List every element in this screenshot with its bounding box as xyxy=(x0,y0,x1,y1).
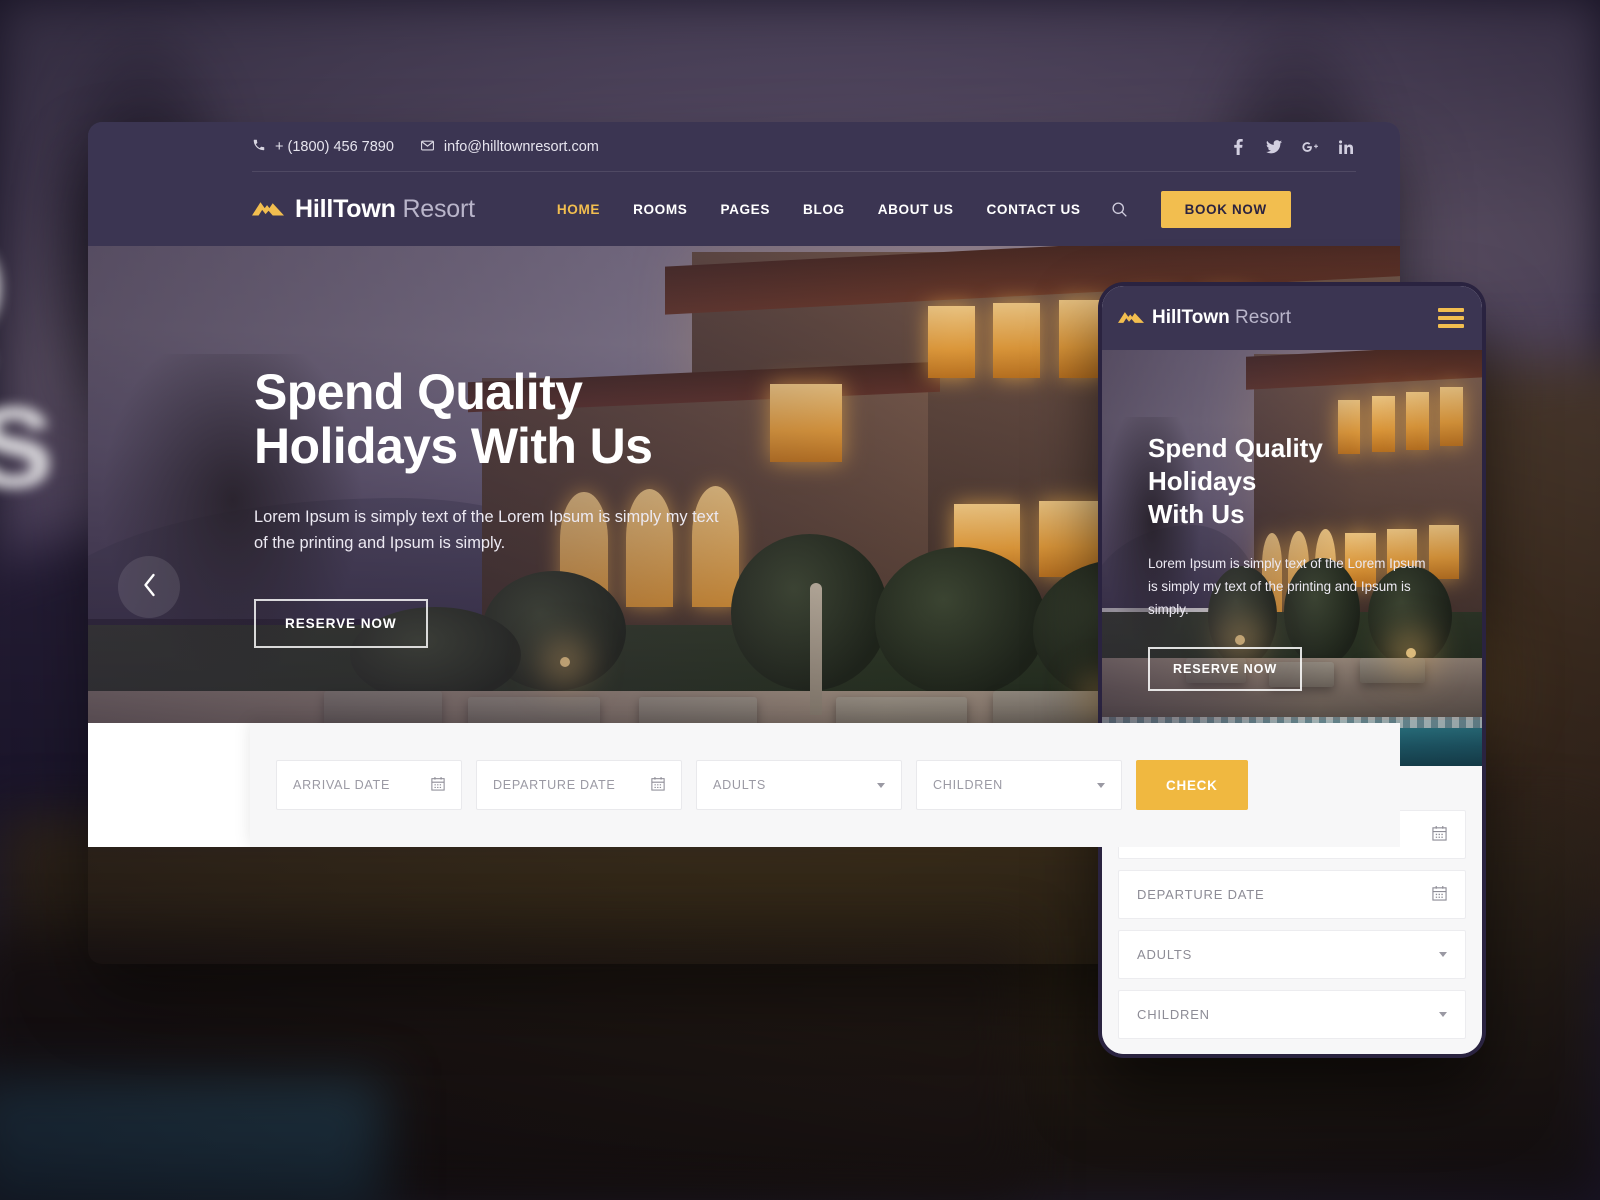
nav-item-contact-us[interactable]: CONTACT US xyxy=(987,202,1081,217)
adults-placeholder: ADULTS xyxy=(713,778,766,792)
hero-heading-line-2: Holidays With Us xyxy=(254,417,653,474)
mobile-hero-heading: Spend Quality Holidays With Us xyxy=(1148,432,1438,530)
arrival-date-placeholder: ARRIVAL DATE xyxy=(293,778,391,792)
nav-item-about-us[interactable]: ABOUT US xyxy=(878,202,954,217)
mobile-children-placeholder: CHILDREN xyxy=(1137,1007,1210,1022)
calendar-icon xyxy=(1432,885,1447,904)
nav-item-rooms[interactable]: ROOMS xyxy=(633,202,687,217)
logo-text: HillTown Resort xyxy=(295,194,475,223)
mobile-adults-placeholder: ADULTS xyxy=(1137,947,1193,962)
chevron-down-icon xyxy=(877,782,885,788)
hamburger-menu-icon[interactable] xyxy=(1438,308,1464,328)
mobile-hero: Spend Quality Holidays With Us Lorem Ips… xyxy=(1102,350,1482,766)
mobile-header: HillTown Resort xyxy=(1102,286,1482,350)
booking-bar-wrapper: ARRIVAL DATE DEPARTURE DATE ADULTS CHILD… xyxy=(250,723,1400,847)
linkedin-icon[interactable] xyxy=(1338,139,1354,155)
reserve-now-button[interactable]: RESERVE NOW xyxy=(254,598,428,648)
phone-number: + (1800) 456 7890 xyxy=(275,139,394,155)
chevron-down-icon xyxy=(1097,782,1105,788)
chevron-down-icon xyxy=(1439,952,1447,957)
children-select[interactable]: CHILDREN xyxy=(916,760,1122,810)
nav-item-home[interactable]: HOME xyxy=(557,202,600,217)
desktop-top-bar: + (1800) 456 7890 info@hilltownresort.co… xyxy=(88,122,1400,172)
social-links-group xyxy=(1230,139,1354,155)
mobile-departure-date-placeholder: DEPARTURE DATE xyxy=(1137,887,1265,902)
calendar-icon xyxy=(1432,825,1447,844)
mobile-site-logo[interactable]: HillTown Resort xyxy=(1118,307,1291,329)
nav-item-pages[interactable]: PAGES xyxy=(720,202,770,217)
mountain-icon xyxy=(1118,308,1144,329)
mobile-departure-date-field[interactable]: DEPARTURE DATE xyxy=(1118,870,1466,919)
mobile-hero-heading-line-2: With Us xyxy=(1148,498,1245,529)
mobile-mockup: HillTown Resort Spend Quality Holidays W… xyxy=(1098,282,1486,1058)
contact-info-group: + (1800) 456 7890 info@hilltownresort.co… xyxy=(252,138,599,157)
phone-contact[interactable]: + (1800) 456 7890 xyxy=(252,138,394,156)
primary-nav: HOME ROOMS PAGES BLOG ABOUT US CONTACT U… xyxy=(557,202,1081,217)
adults-select[interactable]: ADULTS xyxy=(696,760,902,810)
mobile-adults-select[interactable]: ADULTS xyxy=(1118,930,1466,979)
desktop-navbar: HillTown Resort HOME ROOMS PAGES BLOG AB… xyxy=(88,172,1400,246)
check-availability-button[interactable]: CHECK xyxy=(1136,760,1248,810)
book-now-button[interactable]: BOOK NOW xyxy=(1160,190,1291,228)
departure-date-placeholder: DEPARTURE DATE xyxy=(493,778,616,792)
chevron-down-icon xyxy=(1439,1012,1447,1017)
calendar-icon xyxy=(431,776,445,794)
google-plus-icon[interactable] xyxy=(1302,139,1318,155)
envelope-icon xyxy=(420,138,435,157)
departure-date-field[interactable]: DEPARTURE DATE xyxy=(476,760,682,810)
booking-bar: ARRIVAL DATE DEPARTURE DATE ADULTS CHILD… xyxy=(250,723,1400,847)
mobile-children-select[interactable]: CHILDREN xyxy=(1118,990,1466,1039)
twitter-icon[interactable] xyxy=(1266,139,1282,155)
search-icon[interactable] xyxy=(1111,201,1128,218)
hero-heading-line-1: Spend Quality xyxy=(254,364,583,420)
hero-paragraph: Lorem Ipsum is simply text of the Lorem … xyxy=(254,508,719,552)
mobile-hero-heading-line-1: Spend Quality Holidays xyxy=(1148,433,1323,496)
phone-icon xyxy=(252,138,266,156)
nav-item-blog[interactable]: BLOG xyxy=(803,202,845,217)
slider-prev-button[interactable] xyxy=(118,556,180,618)
chevron-left-icon xyxy=(142,573,157,602)
site-logo[interactable]: HillTown Resort xyxy=(252,195,475,224)
mobile-logo-text: HillTown Resort xyxy=(1152,307,1291,328)
hero-text-block: Spend Quality Holidays With Us Lorem Ips… xyxy=(254,364,874,648)
mobile-reserve-now-button[interactable]: RESERVE NOW xyxy=(1148,647,1303,692)
hero-heading: Spend Quality Holidays With Us xyxy=(254,364,874,474)
facebook-icon[interactable] xyxy=(1230,139,1246,155)
mobile-hero-paragraph: Lorem Ipsum is simply text of the Lorem … xyxy=(1148,556,1426,618)
email-contact[interactable]: info@hilltownresort.com xyxy=(420,138,599,157)
mobile-screen: HillTown Resort Spend Quality Holidays W… xyxy=(1102,286,1482,1054)
email-address: info@hilltownresort.com xyxy=(443,139,599,155)
mobile-hero-text-block: Spend Quality Holidays With Us Lorem Ips… xyxy=(1148,432,1438,692)
mountain-icon xyxy=(252,197,284,222)
children-placeholder: CHILDREN xyxy=(933,778,1003,792)
calendar-icon xyxy=(651,776,665,794)
arrival-date-field[interactable]: ARRIVAL DATE xyxy=(276,760,462,810)
